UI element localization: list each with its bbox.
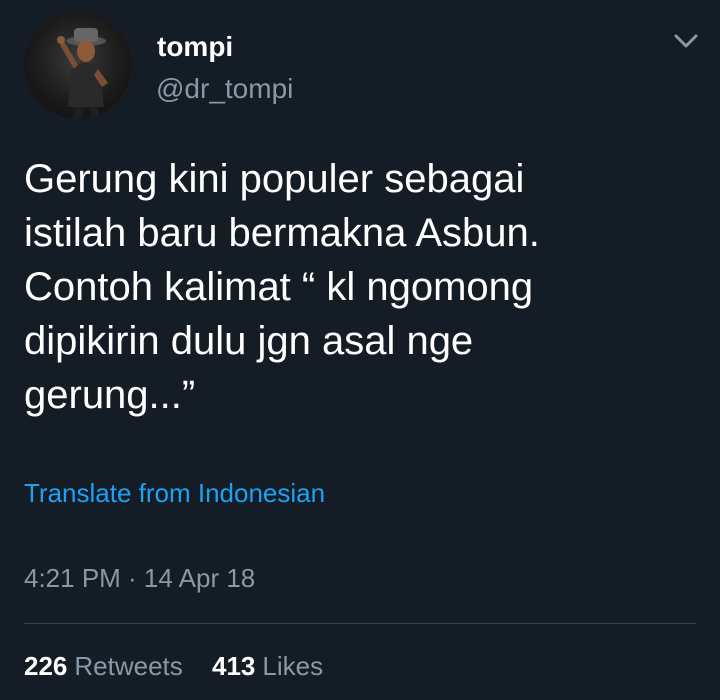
chevron-down-icon[interactable] <box>672 30 700 52</box>
avatar-image <box>57 28 108 119</box>
engagement-stats: 226 Retweets 413 Likes <box>24 649 345 683</box>
retweets-count: 226 <box>24 651 68 681</box>
user-handle[interactable]: @dr_tompi <box>156 72 293 106</box>
retweets-stat[interactable]: 226 Retweets <box>24 649 183 683</box>
display-name[interactable]: tompi <box>157 30 233 64</box>
divider <box>24 623 696 624</box>
tweet-text: Gerung kini populer sebagai istilah baru… <box>24 157 540 417</box>
retweets-label: Retweets <box>74 651 183 681</box>
translate-link[interactable]: Translate from Indonesian <box>24 476 325 510</box>
avatar[interactable] <box>24 11 132 119</box>
tweet-detail: tompi @dr_tompi Gerung kini populer seba… <box>0 0 720 700</box>
tweet-timestamp: 4:21 PM · 14 Apr 18 <box>24 563 256 593</box>
likes-stat[interactable]: 413 Likes <box>212 649 323 683</box>
likes-count: 413 <box>212 651 256 681</box>
likes-label: Likes <box>262 651 324 681</box>
